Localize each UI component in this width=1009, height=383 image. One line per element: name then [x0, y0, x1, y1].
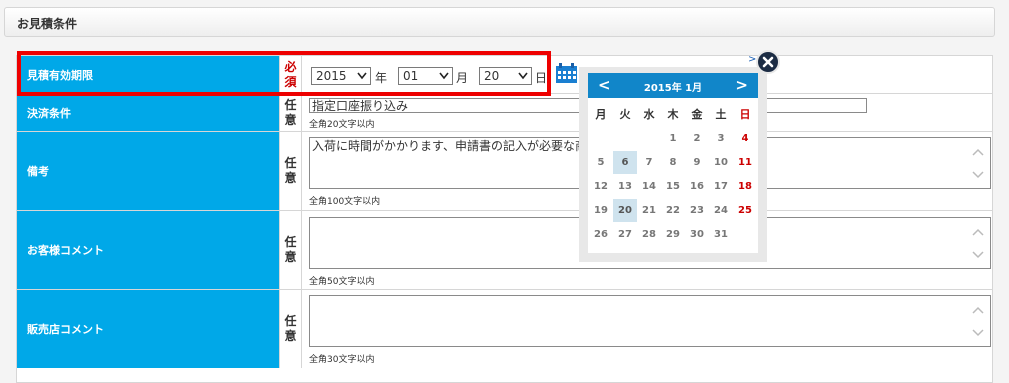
- scroll-down-icon[interactable]: [972, 171, 984, 179]
- calendar-day[interactable]: 14: [637, 175, 661, 198]
- estimate-form: 見積有効期限 必 須 2015 年 01 月 20 日 決済条件 任 意 指定口…: [16, 55, 993, 383]
- calendar-day[interactable]: 30: [685, 223, 709, 246]
- calendar-day[interactable]: 24: [709, 199, 733, 222]
- row-remarks: 備考 任 意 入荷に時間がかかります、申請書の記入が必要な商 全角100文字以内: [17, 132, 992, 211]
- weekday-header: 金: [691, 108, 703, 121]
- calendar-day[interactable]: 15: [661, 175, 685, 198]
- scroll-down-icon[interactable]: [972, 251, 984, 259]
- weekday-header: 木: [667, 108, 679, 121]
- weekday-header: 日: [739, 108, 751, 121]
- row-store-comment: 販売店コメント 任 意 全角30文字以内: [17, 290, 992, 368]
- optional-badge: 任 意: [280, 132, 302, 210]
- customer-comment-label: お客様コメント: [17, 211, 280, 289]
- section-title: お見積条件: [17, 17, 78, 31]
- calendar-day[interactable]: 1: [661, 127, 685, 150]
- weekday-header: 水: [643, 108, 655, 121]
- customer-comment-note: 全角50文字以内: [309, 277, 375, 287]
- calendar-day[interactable]: 29: [661, 223, 685, 246]
- weekday-header: 土: [715, 108, 727, 121]
- calendar-day[interactable]: 7: [637, 151, 661, 174]
- store-comment-note: 全角30文字以内: [309, 355, 375, 365]
- payment-note: 全角20文字以内: [309, 120, 375, 130]
- optional-badge: 任 意: [280, 290, 302, 368]
- calendar-day[interactable]: 5: [589, 151, 613, 174]
- calendar-day[interactable]: 28: [637, 223, 661, 246]
- calendar-day[interactable]: 10: [709, 151, 733, 174]
- scroll-down-icon[interactable]: [972, 329, 984, 337]
- calendar-day[interactable]: 2: [685, 127, 709, 150]
- calendar-panel: < 2015年 1月 > 月火水木金土日 1 2 3 4 5 6 7 8 9 10 11 12 13 14 1…: [588, 73, 758, 253]
- calendar-day[interactable]: 19: [589, 199, 613, 222]
- weekday-header: 月: [595, 108, 607, 121]
- next-month-button[interactable]: >: [735, 76, 748, 94]
- calendar-icon[interactable]: [555, 63, 578, 84]
- optional-badge: 任 意: [280, 211, 302, 289]
- calendar-day[interactable]: 20: [613, 199, 637, 222]
- calendar-day[interactable]: 21: [637, 199, 661, 222]
- store-comment-label: 販売店コメント: [17, 290, 280, 368]
- calendar-day[interactable]: 8: [661, 151, 685, 174]
- calendar-day[interactable]: 18: [733, 175, 757, 198]
- remarks-label: 備考: [17, 132, 280, 210]
- weekday-header: 火: [619, 108, 631, 121]
- row-customer-comment: お客様コメント 任 意 全角50文字以内: [17, 211, 992, 290]
- calendar-title: 2015年 1月: [643, 83, 703, 94]
- calendar-day[interactable]: 31: [709, 223, 733, 246]
- calendar-day[interactable]: 9: [685, 151, 709, 174]
- close-icon: [762, 56, 774, 68]
- calendar-day[interactable]: 27: [613, 223, 637, 246]
- section-header: お見積条件: [4, 7, 995, 37]
- row-payment: 決済条件 任 意 指定口座振り込み 全角20文字以内: [17, 94, 992, 132]
- calendar-day[interactable]: 16: [685, 175, 709, 198]
- calendar-day[interactable]: 22: [661, 199, 685, 222]
- calendar-day[interactable]: 23: [685, 199, 709, 222]
- calendar-day[interactable]: 11: [733, 151, 757, 174]
- calendar-day[interactable]: 4: [733, 127, 757, 150]
- store-comment-textarea[interactable]: [309, 295, 991, 347]
- date-picker-popup: < 2015年 1月 > 月火水木金土日 1 2 3 4 5 6 7 8 9 10 11 12 13 14 1…: [579, 67, 767, 262]
- scroll-up-icon[interactable]: [972, 306, 984, 314]
- expiry-highlight-frame: [17, 51, 551, 96]
- remarks-note: 全角100文字以内: [309, 197, 381, 207]
- calendar-day[interactable]: 25: [733, 199, 757, 222]
- scroll-up-icon[interactable]: [972, 148, 984, 156]
- calendar-day[interactable]: 12: [589, 175, 613, 198]
- calendar-day[interactable]: 13: [613, 175, 637, 198]
- close-button[interactable]: [756, 50, 780, 74]
- payment-label: 決済条件: [17, 94, 280, 131]
- optional-badge: 任 意: [280, 94, 302, 131]
- store-comment-field: 全角30文字以内: [303, 290, 992, 368]
- calendar-header: < 2015年 1月 >: [588, 73, 758, 98]
- calendar-day[interactable]: 6: [613, 151, 637, 174]
- scroll-up-icon[interactable]: [972, 228, 984, 236]
- calendar-day[interactable]: 26: [589, 223, 613, 246]
- calendar-day[interactable]: 3: [709, 127, 733, 150]
- calendar-day[interactable]: 17: [709, 175, 733, 198]
